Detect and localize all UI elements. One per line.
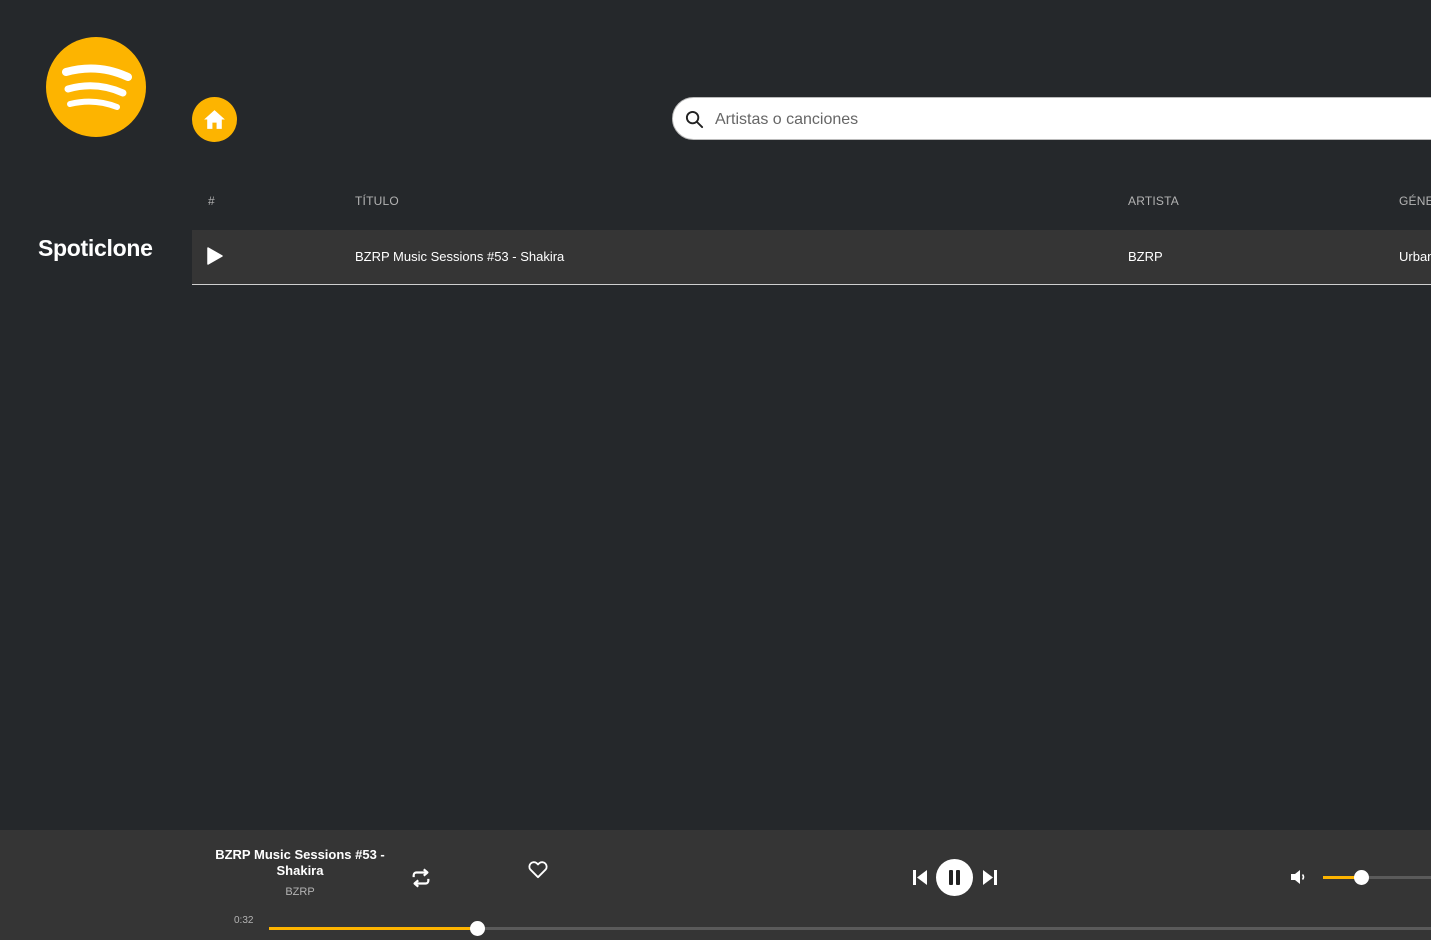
volume-icon[interactable]: [1290, 869, 1308, 885]
elapsed-time: 0:32: [234, 915, 254, 926]
table-row[interactable]: BZRP Music Sessions #53 - Shakira BZRP U…: [192, 230, 1431, 285]
search-input[interactable]: [713, 106, 1317, 134]
column-header-artist: ARTISTA: [1128, 194, 1179, 208]
search-bar: [672, 97, 1431, 140]
app-logo: [46, 37, 146, 137]
now-playing-title: BZRP Music Sessions #53 - Shakira: [215, 847, 385, 878]
pause-button[interactable]: [936, 859, 973, 896]
spotify-logo-icon: [62, 64, 132, 110]
track-genre: Urbano: [1399, 249, 1431, 264]
track-title: BZRP Music Sessions #53 - Shakira: [355, 249, 565, 264]
progress-fill: [269, 927, 478, 930]
player-bar: BZRP Music Sessions #53 - Shakira BZRP 0…: [0, 830, 1431, 940]
previous-icon[interactable]: [912, 869, 928, 886]
home-icon: [204, 110, 225, 129]
heart-icon[interactable]: [527, 859, 549, 879]
progress-knob[interactable]: [470, 921, 486, 936]
progress-bar[interactable]: [269, 921, 1431, 936]
track-artist: BZRP: [1128, 249, 1163, 264]
next-icon[interactable]: [982, 869, 998, 886]
column-header-index: #: [208, 194, 215, 208]
pause-icon: [949, 870, 960, 885]
column-header-genre: GÉNERO: [1399, 194, 1431, 208]
app-name: Spoticlone: [38, 235, 153, 261]
volume-knob[interactable]: [1354, 870, 1370, 885]
play-icon[interactable]: [207, 247, 223, 265]
column-header-title: TÍTULO: [355, 194, 399, 208]
now-playing-artist: BZRP: [285, 886, 315, 898]
repeat-icon[interactable]: [410, 867, 432, 889]
volume-slider[interactable]: [1323, 870, 1431, 885]
search-icon: [685, 110, 704, 129]
home-button[interactable]: [192, 97, 237, 142]
